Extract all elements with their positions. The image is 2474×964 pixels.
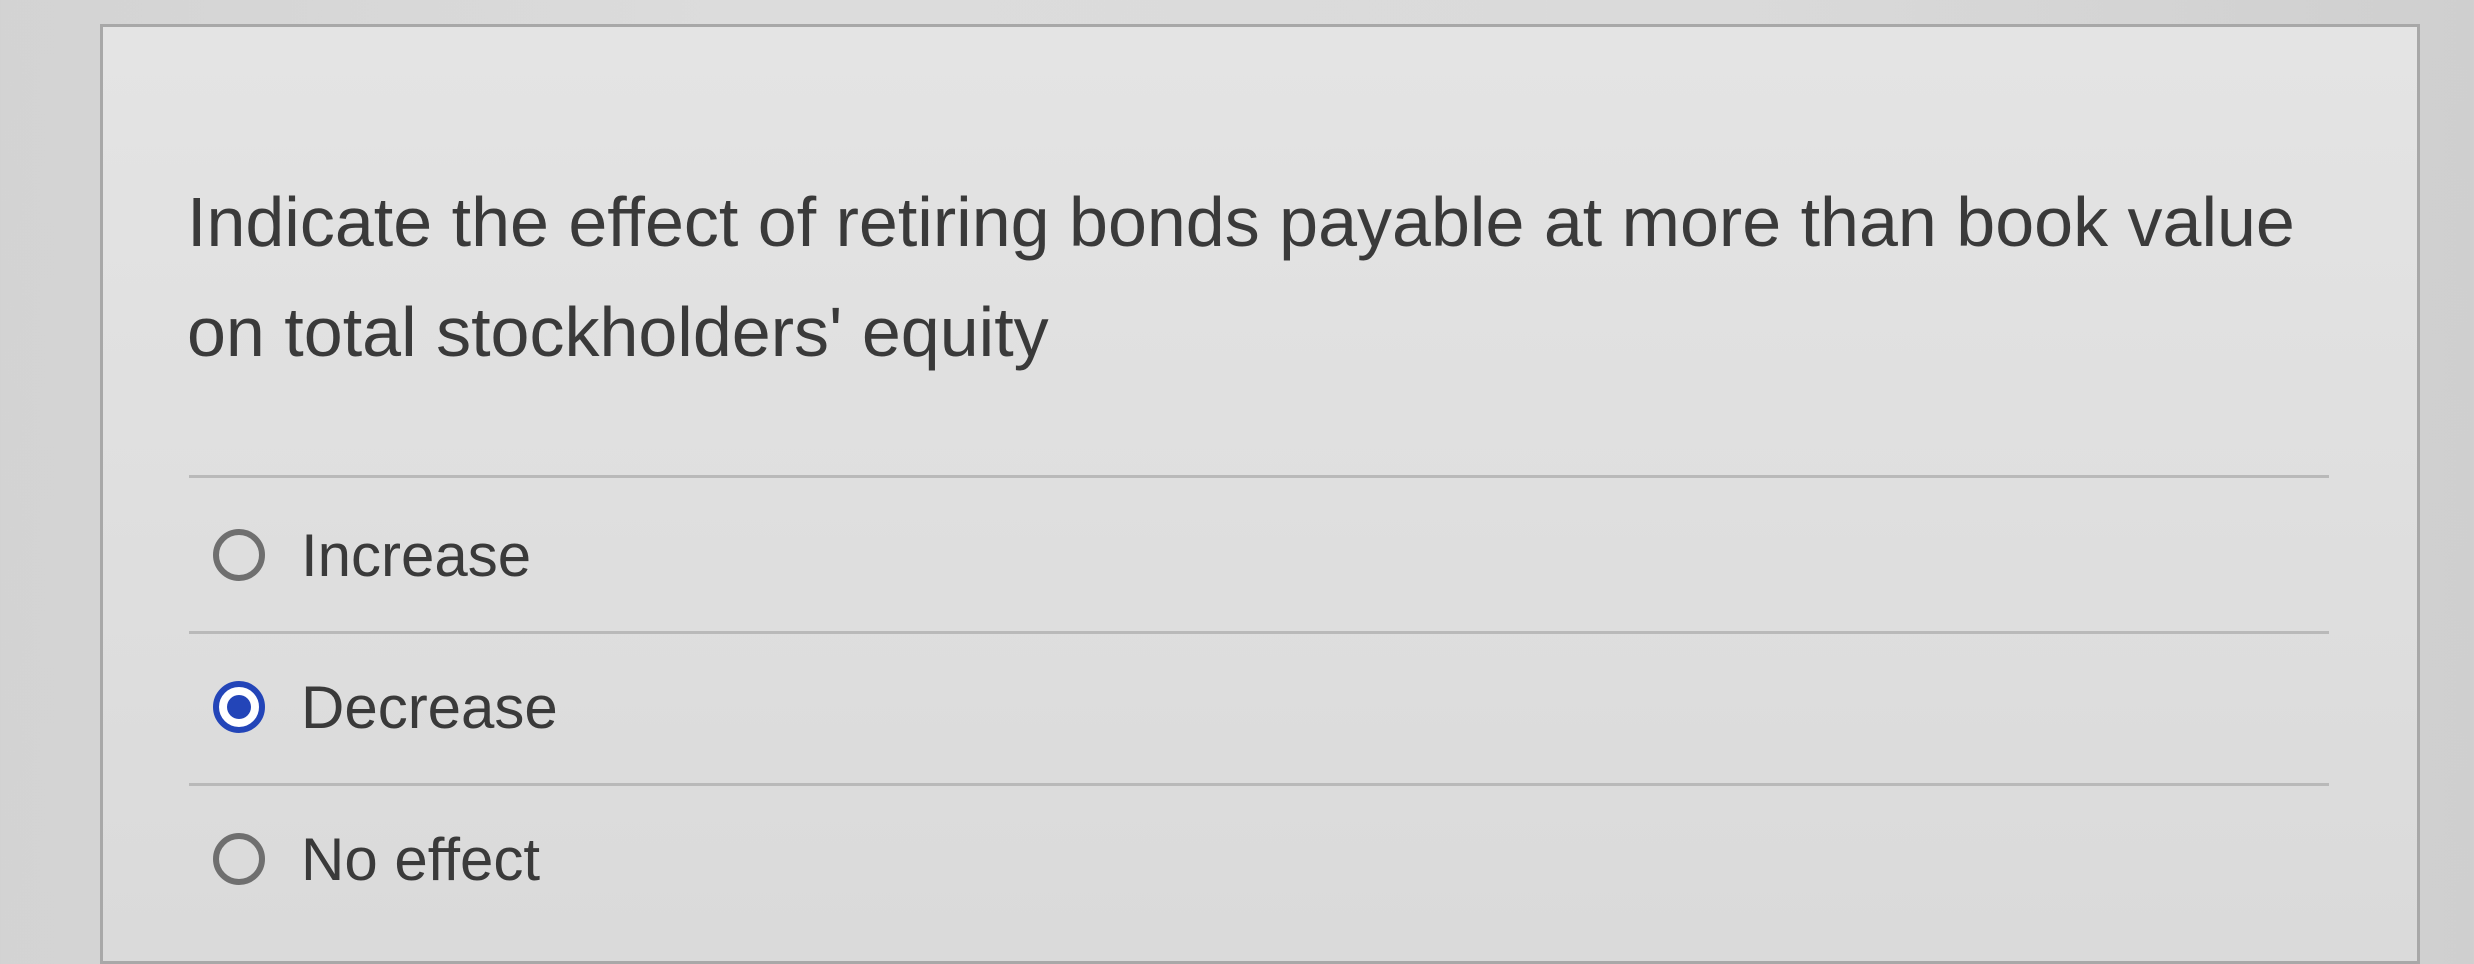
question-line-1: Indicate the effect of retiring bonds pa… — [187, 183, 2295, 261]
question-text: Indicate the effect of retiring bonds pa… — [187, 167, 2387, 387]
option-label-no-effect: No effect — [301, 825, 541, 893]
divider — [189, 631, 2329, 634]
divider — [189, 783, 2329, 786]
question-card: Indicate the effect of retiring bonds pa… — [100, 24, 2420, 964]
radio-no-effect[interactable] — [213, 833, 265, 885]
question-line-2: on total stockholders' equity — [187, 293, 1049, 371]
option-no-effect[interactable]: No effect — [213, 799, 1413, 919]
radio-selected-dot — [227, 695, 251, 719]
option-decrease[interactable]: Decrease — [213, 647, 1413, 767]
divider — [189, 475, 2329, 478]
option-increase[interactable]: Increase — [213, 495, 1413, 615]
option-label-decrease: Decrease — [301, 673, 558, 741]
radio-decrease-selected[interactable] — [213, 681, 265, 733]
radio-increase[interactable] — [213, 529, 265, 581]
option-label-increase: Increase — [301, 521, 532, 589]
